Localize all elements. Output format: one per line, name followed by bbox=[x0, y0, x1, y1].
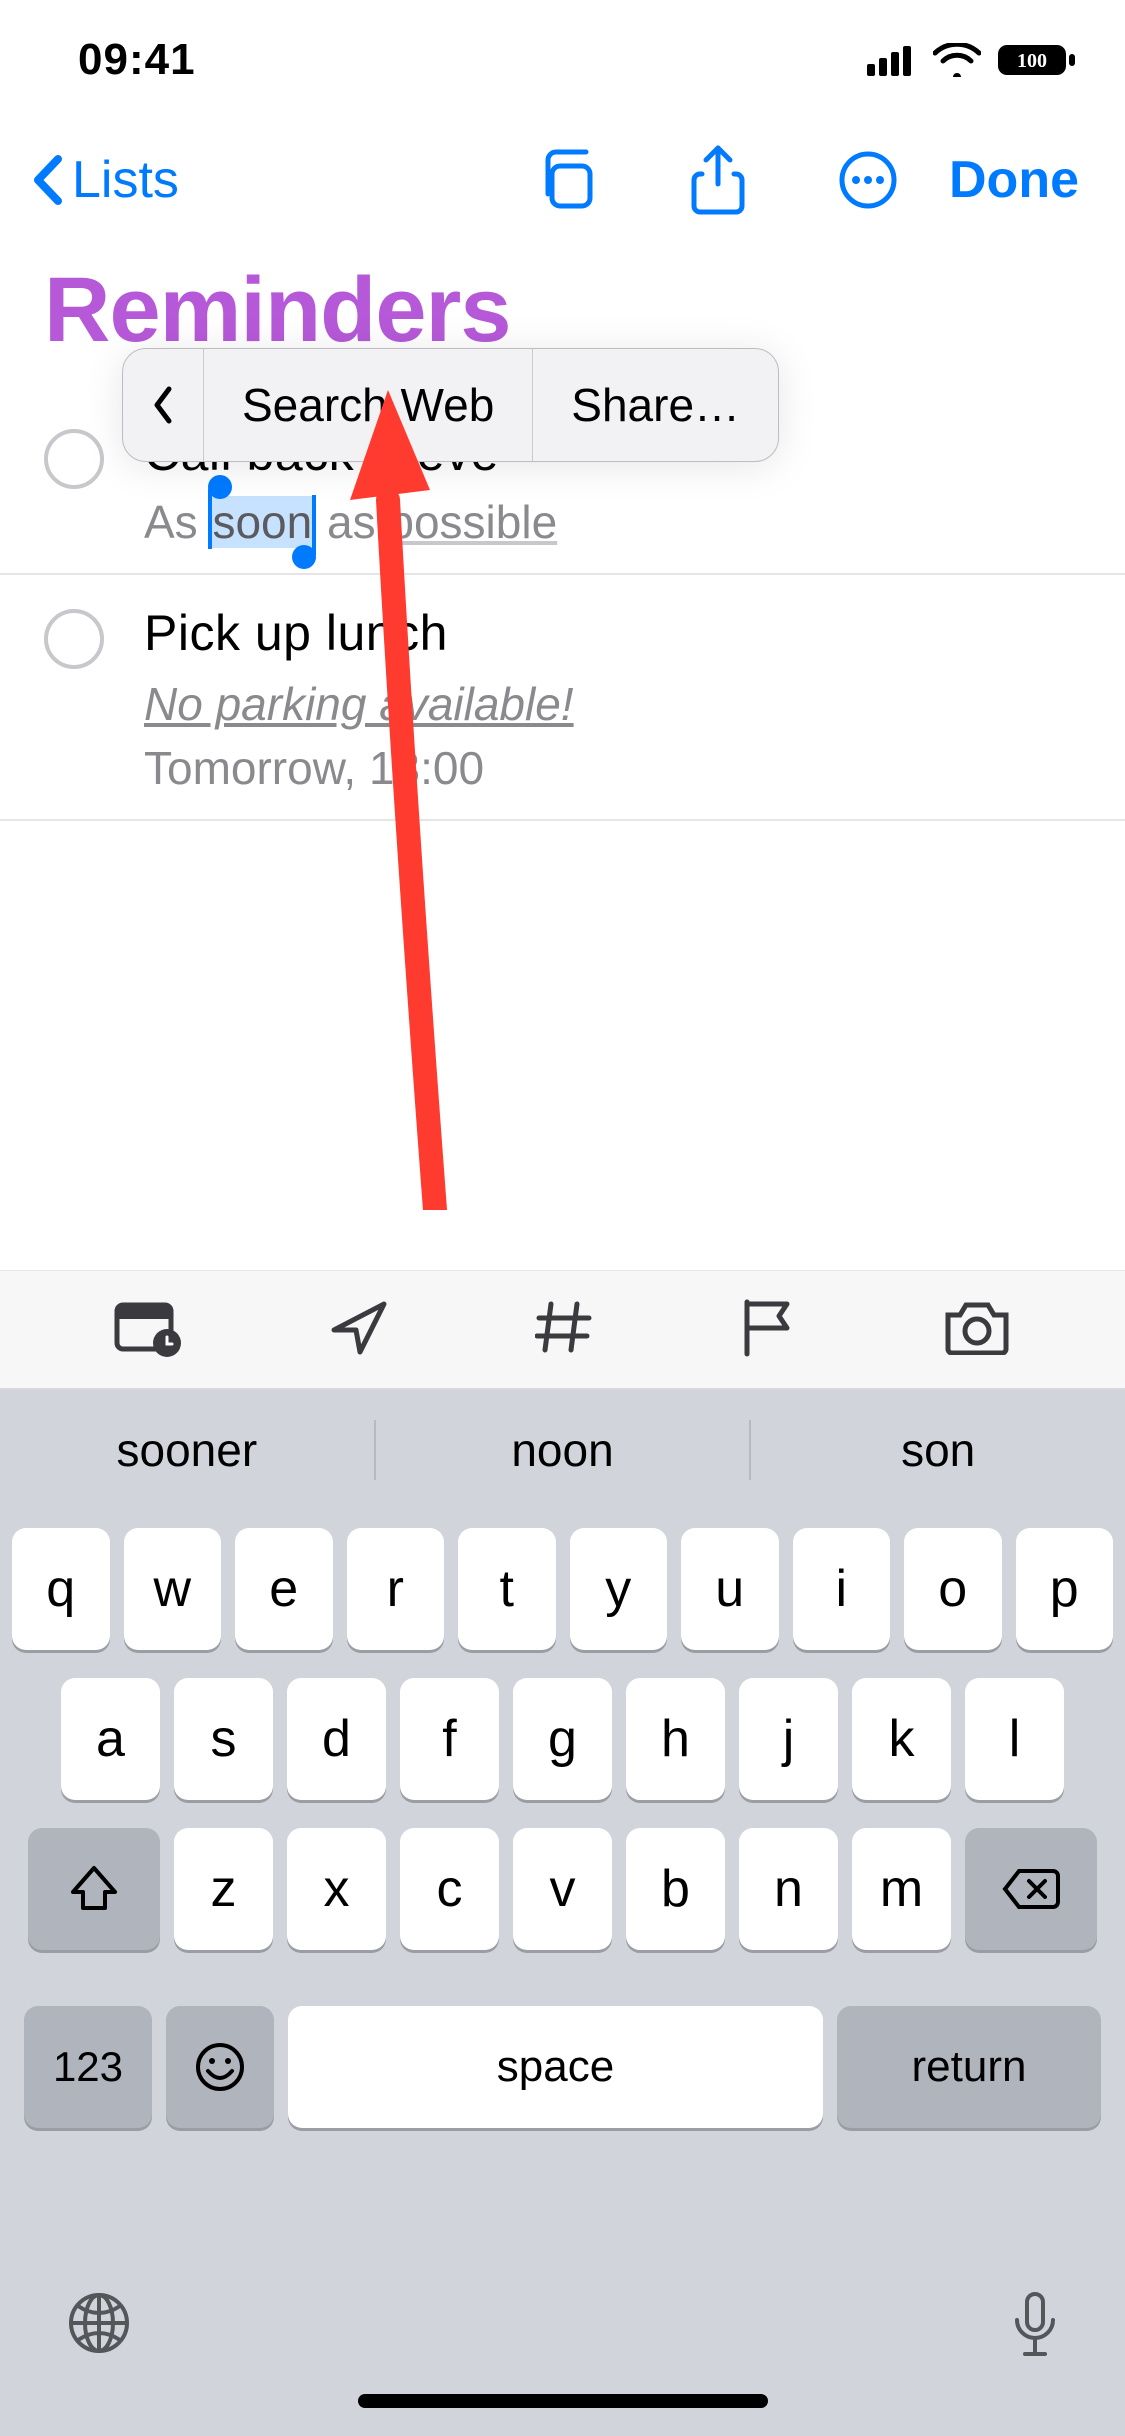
key-u[interactable]: u bbox=[681, 1528, 779, 1650]
more-icon bbox=[838, 150, 898, 210]
suggestion[interactable]: sooner bbox=[0, 1423, 374, 1477]
emoji-icon bbox=[194, 2041, 246, 2093]
reminder-item[interactable]: Pick up lunch No parking available! Tomo… bbox=[0, 603, 1125, 821]
text-context-menu: Search Web Share… bbox=[122, 348, 779, 462]
list-title: Reminders bbox=[0, 240, 1125, 363]
key-l[interactable]: l bbox=[965, 1678, 1064, 1800]
location-arrow-icon bbox=[328, 1296, 390, 1358]
key-n[interactable]: n bbox=[739, 1828, 838, 1950]
key-g[interactable]: g bbox=[513, 1678, 612, 1800]
wifi-icon bbox=[933, 43, 981, 77]
key-row-2: a s d f g h j k l bbox=[12, 1678, 1113, 1800]
delete-icon bbox=[1001, 1867, 1061, 1911]
reminder-url-note[interactable]: No parking available! bbox=[144, 677, 1081, 731]
key-y[interactable]: y bbox=[570, 1528, 668, 1650]
selected-text: soon bbox=[210, 496, 314, 548]
context-menu-share[interactable]: Share… bbox=[533, 349, 778, 461]
share-button[interactable] bbox=[663, 145, 773, 215]
calendar-button[interactable] bbox=[113, 1297, 183, 1362]
key-e[interactable]: e bbox=[235, 1528, 333, 1650]
key-emoji[interactable] bbox=[166, 2006, 274, 2128]
context-menu-search-web[interactable]: Search Web bbox=[204, 349, 533, 461]
reminder-date: Tomorrow, 13:00 bbox=[144, 741, 1081, 795]
key-h[interactable]: h bbox=[626, 1678, 725, 1800]
globe-icon bbox=[66, 2290, 132, 2356]
reminder-title[interactable]: Pick up lunch bbox=[144, 603, 1081, 663]
reminder-checkbox[interactable] bbox=[44, 609, 104, 669]
globe-button[interactable] bbox=[66, 2290, 132, 2361]
key-f[interactable]: f bbox=[400, 1678, 499, 1800]
battery-icon: 100 bbox=[997, 42, 1077, 78]
dictation-button[interactable] bbox=[1011, 2290, 1059, 2367]
status-bar: 09:41 100 bbox=[0, 0, 1125, 120]
key-z[interactable]: z bbox=[174, 1828, 273, 1950]
key-q[interactable]: q bbox=[12, 1528, 110, 1650]
reminder-notes[interactable]: As soon as possible bbox=[144, 495, 1081, 549]
key-i[interactable]: i bbox=[793, 1528, 891, 1650]
key-j[interactable]: j bbox=[739, 1678, 838, 1800]
key-row-3: z x c v b n m bbox=[12, 1828, 1113, 1950]
key-s[interactable]: s bbox=[174, 1678, 273, 1800]
shift-icon bbox=[67, 1862, 121, 1916]
duplicate-button[interactable] bbox=[513, 145, 623, 215]
context-menu-back[interactable] bbox=[123, 349, 204, 461]
key-row-bottom: 123 space return bbox=[12, 2006, 1113, 2128]
key-space[interactable]: space bbox=[288, 2006, 823, 2128]
key-x[interactable]: x bbox=[287, 1828, 386, 1950]
tag-button[interactable] bbox=[535, 1298, 593, 1361]
suggestion[interactable]: noon bbox=[376, 1423, 750, 1477]
done-button[interactable]: Done bbox=[949, 150, 1095, 210]
key-c[interactable]: c bbox=[400, 1828, 499, 1950]
key-return[interactable]: return bbox=[837, 2006, 1101, 2128]
key-numbers[interactable]: 123 bbox=[24, 2006, 152, 2128]
keyboard: sooner noon son q w e r t y u i o p a s … bbox=[0, 1390, 1125, 2436]
key-b[interactable]: b bbox=[626, 1828, 725, 1950]
key-row-1: q w e r t y u i o p bbox=[12, 1528, 1113, 1650]
suggestion[interactable]: son bbox=[751, 1423, 1125, 1477]
reminder-checkbox[interactable] bbox=[44, 429, 104, 489]
key-k[interactable]: k bbox=[852, 1678, 951, 1800]
cellular-icon bbox=[867, 44, 917, 76]
back-label: Lists bbox=[72, 150, 179, 210]
key-t[interactable]: t bbox=[458, 1528, 556, 1650]
flag-icon bbox=[739, 1296, 797, 1358]
key-shift[interactable] bbox=[28, 1828, 160, 1950]
home-indicator[interactable] bbox=[358, 2394, 768, 2408]
duplicate-icon bbox=[536, 148, 600, 212]
camera-button[interactable] bbox=[942, 1299, 1012, 1360]
key-r[interactable]: r bbox=[347, 1528, 445, 1650]
flag-button[interactable] bbox=[739, 1296, 797, 1363]
hashtag-icon bbox=[535, 1298, 593, 1356]
svg-text:100: 100 bbox=[1017, 50, 1047, 72]
chevron-left-icon bbox=[151, 385, 175, 425]
location-button[interactable] bbox=[328, 1296, 390, 1363]
key-d[interactable]: d bbox=[287, 1678, 386, 1800]
status-indicators: 100 bbox=[867, 42, 1077, 78]
keyboard-accessory-bar bbox=[0, 1270, 1125, 1390]
chevron-left-icon bbox=[30, 153, 66, 207]
status-time: 09:41 bbox=[78, 35, 196, 85]
back-button[interactable]: Lists bbox=[30, 150, 179, 210]
share-icon bbox=[690, 144, 746, 216]
more-button[interactable] bbox=[813, 145, 923, 215]
key-o[interactable]: o bbox=[904, 1528, 1002, 1650]
camera-icon bbox=[942, 1299, 1012, 1355]
key-m[interactable]: m bbox=[852, 1828, 951, 1950]
microphone-icon bbox=[1011, 2290, 1059, 2362]
calendar-clock-icon bbox=[113, 1297, 183, 1357]
keyboard-suggestions: sooner noon son bbox=[0, 1390, 1125, 1510]
nav-bar: Lists Done bbox=[0, 120, 1125, 240]
key-w[interactable]: w bbox=[124, 1528, 222, 1650]
key-delete[interactable] bbox=[965, 1828, 1097, 1950]
key-v[interactable]: v bbox=[513, 1828, 612, 1950]
key-a[interactable]: a bbox=[61, 1678, 160, 1800]
key-p[interactable]: p bbox=[1016, 1528, 1114, 1650]
